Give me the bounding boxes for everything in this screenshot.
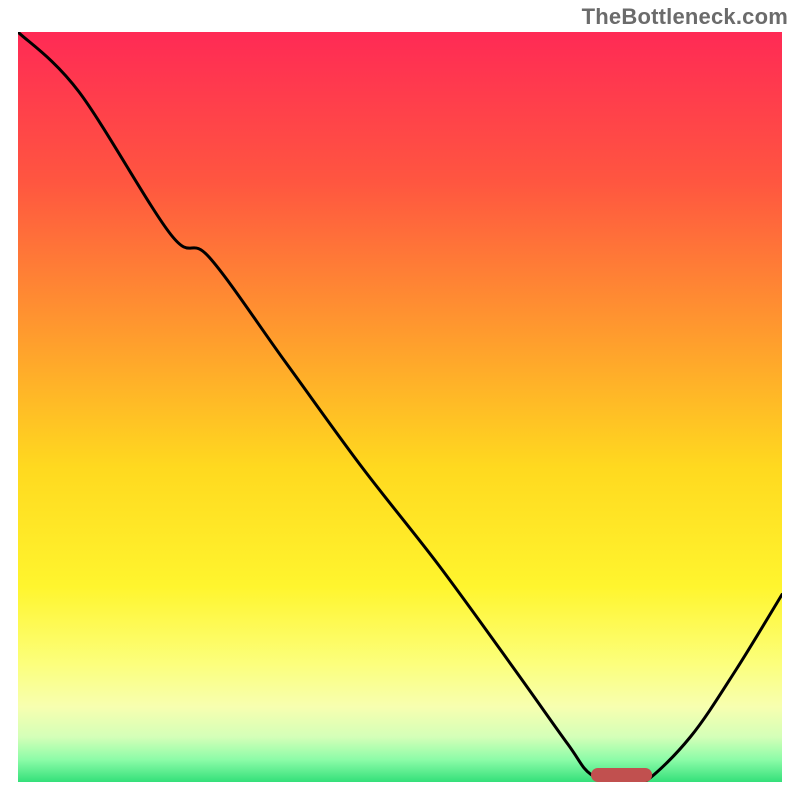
chart-background (18, 32, 782, 782)
chart-stage: TheBottleneck.com (0, 0, 800, 800)
sweet-spot-marker (591, 768, 652, 782)
bottleneck-chart (18, 32, 782, 782)
watermark-text: TheBottleneck.com (582, 4, 788, 30)
